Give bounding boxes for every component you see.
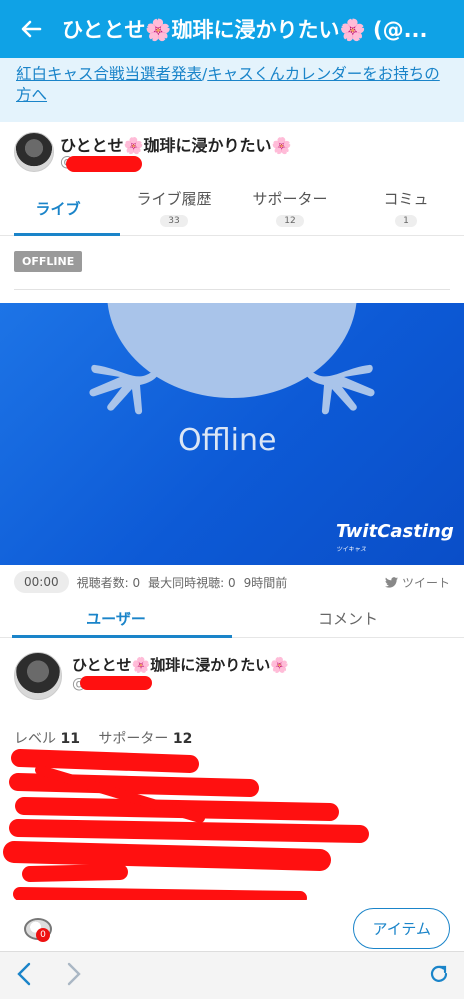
tab-supporters-label: サポーター: [252, 190, 328, 208]
viewer-count: 視聴者数: 0: [76, 575, 141, 590]
video-player[interactable]: Offline TwitCasting ツイキャス: [0, 303, 464, 565]
supporter-label: サポーター: [98, 731, 169, 747]
page-title: ひととせ🌸珈琲に浸かりたい🌸 (@...: [62, 18, 428, 42]
level-info: レベル 11 サポーター 12: [14, 728, 206, 748]
tab-user[interactable]: ユーザー: [0, 602, 232, 638]
redaction-mark: [66, 156, 142, 172]
supporter-value: 12: [172, 731, 193, 747]
gift-count-badge: 0: [36, 928, 50, 942]
profile-card: ひととせ🌸珈琲に浸かりたい🌸 @: [0, 646, 464, 706]
tab-live[interactable]: ライブ: [0, 182, 120, 236]
offline-label: Offline: [178, 423, 277, 458]
tweet-button[interactable]: ツイート: [385, 574, 450, 591]
divider: [14, 289, 450, 290]
tab-community[interactable]: コミュ 1: [348, 182, 464, 235]
max-viewer-count: 最大同時視聴: 0: [148, 575, 236, 590]
tweet-label: ツイート: [401, 576, 450, 590]
last-live-time: 9時間前: [243, 575, 288, 590]
tab-live-history[interactable]: ライブ履歴 33: [116, 182, 232, 235]
item-button[interactable]: アイテム: [353, 908, 450, 949]
action-row: 0 アイテム: [0, 900, 464, 950]
browser-toolbar: [0, 951, 464, 999]
chevron-left-icon[interactable]: [16, 962, 32, 993]
tab-live-history-label: ライブ履歴: [136, 190, 212, 208]
arrow-left-icon: [21, 20, 42, 38]
tab-live-history-count: 33: [160, 215, 188, 227]
tab-community-label: コミュ: [383, 190, 429, 208]
tab-supporters-count: 12: [276, 215, 304, 227]
tab-supporters[interactable]: サポーター 12: [232, 182, 348, 235]
redaction-mark: [80, 676, 152, 690]
reload-icon[interactable]: [428, 962, 450, 992]
level-label: レベル: [14, 731, 56, 747]
tab-community-count: 1: [395, 215, 417, 227]
twitter-bird-icon: [385, 577, 399, 588]
elapsed-time: 00:00: [14, 571, 69, 593]
back-button[interactable]: [0, 0, 62, 58]
user-name[interactable]: ひととせ🌸珈琲に浸かりたい🌸: [60, 132, 291, 156]
stream-stats: 00:00 視聴者数: 0 最大同時視聴: 0 9時間前 ツイート: [0, 568, 464, 596]
twitcasting-logo: TwitCasting ツイキャス: [336, 521, 464, 563]
bio-redaction: [3, 749, 369, 905]
chevron-right-icon[interactable]: [66, 962, 82, 993]
app-bar: ひととせ🌸珈琲に浸かりたい🌸 (@...: [0, 0, 464, 58]
profile-avatar[interactable]: [14, 652, 62, 700]
profile-name[interactable]: ひととせ🌸珈琲に浸かりたい🌸: [72, 654, 289, 675]
tab-live-label: ライブ: [35, 200, 81, 218]
announcement-banner: 紅白キャス合戦当選者発表/キャスくんカレンダーをお持ちの方へ: [0, 58, 464, 122]
tab-comment[interactable]: コメント: [232, 602, 464, 637]
detail-tabs: ユーザー コメント: [0, 602, 464, 638]
brand-subtext: ツイキャス: [336, 546, 367, 553]
user-header: ひととせ🌸珈琲に浸かりたい🌸 @: [0, 122, 464, 182]
avatar[interactable]: [14, 132, 54, 172]
brand-text: TwitCasting: [336, 521, 454, 542]
level-value: 11: [60, 731, 80, 747]
profile-tabs: ライブ ライブ履歴 33 サポーター 12 コミュ 1: [0, 182, 464, 236]
notice-link-contest-results[interactable]: 紅白キャス合戦当選者発表: [16, 65, 202, 83]
status-badge: OFFLINE: [14, 251, 83, 272]
